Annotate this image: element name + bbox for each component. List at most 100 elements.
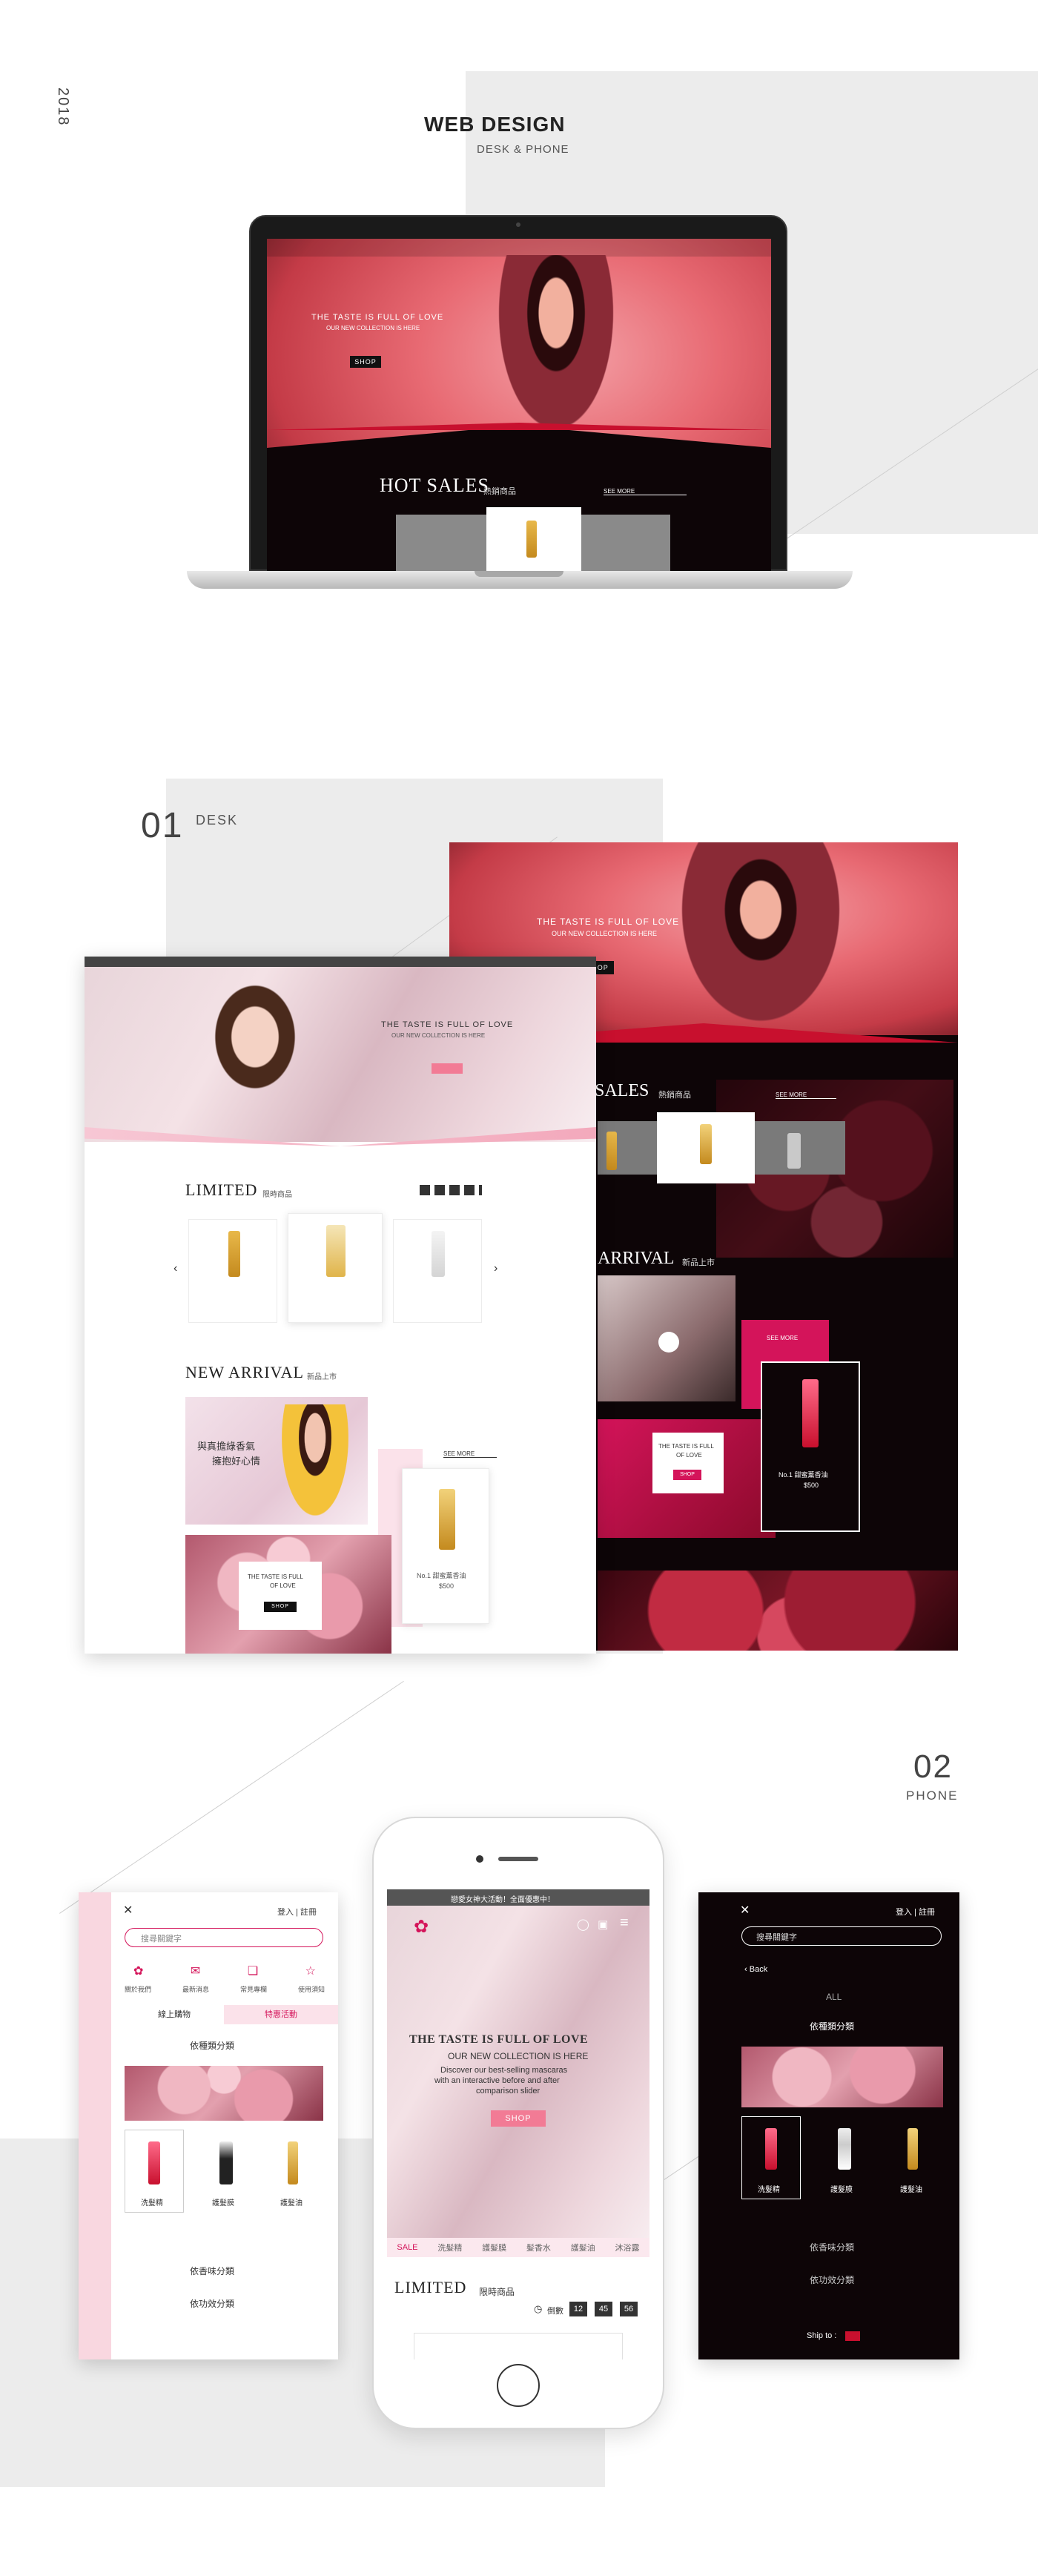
laptop-camera — [516, 222, 520, 227]
phone-left-tab-event[interactable]: 特惠活動 — [224, 2005, 338, 2024]
phone-center-shop-button[interactable]: SHOP — [491, 2110, 546, 2127]
light-taste-card — [239, 1562, 322, 1630]
phone-left-pink-side — [79, 1892, 111, 2359]
laptop-frame: THE TASTE IS FULL OF LOVE OUR NEW COLLEC… — [249, 215, 787, 572]
phone-left-tab-online[interactable]: 線上購物 — [125, 2005, 224, 2024]
phone-left-login[interactable]: 登入 | 註冊 — [277, 1906, 317, 1918]
phone-center-countdown-m: 45 — [595, 2302, 612, 2316]
nav-sale[interactable]: SALE — [397, 2243, 417, 2252]
dark-bottle-2 — [700, 1124, 712, 1164]
light-hero-shop[interactable] — [432, 1063, 463, 1074]
phone-center-hero-line2: OUR NEW COLLECTION IS HERE — [448, 2051, 589, 2061]
nav-hair-oil[interactable]: 護髮油 — [571, 2242, 595, 2253]
dark-card-shop[interactable]: SHOP — [673, 1470, 701, 1480]
phone-right-ship-to[interactable]: Ship to : — [807, 2331, 836, 2340]
dark-see-more[interactable]: SEE MORE — [776, 1092, 837, 1099]
phone-left-bottle-2 — [219, 2141, 233, 2184]
light-bottle-1 — [228, 1231, 240, 1277]
dark-hero-line2: OUR NEW COLLECTION IS HERE — [552, 930, 658, 937]
light-card-shop[interactable]: SHOP — [264, 1602, 297, 1612]
phone-right-all[interactable]: ALL — [826, 1992, 842, 2002]
light-carousel-next[interactable]: › — [494, 1262, 497, 1275]
about-icon[interactable]: ✿ — [133, 1964, 143, 1978]
nav-shampoo[interactable]: 洗髮精 — [437, 2242, 462, 2253]
dark-arrival-title: ARRIVAL — [598, 1249, 675, 1268]
laptop-see-more[interactable]: SEE MORE — [604, 488, 687, 495]
laptop-hero-line1: THE TASTE IS FULL OF LOVE — [311, 313, 444, 322]
phone-center-hero-line5: comparison slider — [476, 2087, 541, 2096]
light-bottle-feature — [439, 1489, 455, 1550]
page-subtitle: DESK & PHONE — [477, 143, 569, 156]
flag-icon[interactable] — [845, 2331, 860, 2341]
light-bottle-2 — [326, 1225, 346, 1277]
column-icon[interactable]: ❏ — [248, 1964, 258, 1978]
phone-right-bottle-1 — [765, 2128, 777, 2170]
icon-label-about: 關於我們 — [125, 1986, 152, 1993]
portfolio-page: 2018 WEB DESIGN DESK & PHONE THE TASTE I… — [0, 0, 1038, 2576]
phone-center-hero-line3: Discover our best-selling mascaras — [440, 2066, 568, 2075]
laptop-nav — [267, 239, 771, 257]
phone-right-category-type[interactable]: 依種類分類 — [810, 2020, 854, 2032]
phone-right-category-effect[interactable]: 依功效分類 — [810, 2273, 854, 2286]
dark-play-icon[interactable] — [658, 1332, 679, 1353]
light-carousel-prev[interactable]: ‹ — [173, 1262, 177, 1275]
desk-label: DESK — [196, 813, 239, 828]
phone-center-product-card[interactable] — [414, 2333, 623, 2359]
phone-left-search-input[interactable]: 搜尋關鍵字 — [141, 1932, 182, 1944]
light-new-arrival-cn: 新品上市 — [307, 1373, 337, 1381]
page-title: WEB DESIGN — [424, 113, 566, 136]
dark-card-line2: OF LOVE — [676, 1452, 702, 1459]
phone-number: 02 — [913, 1748, 953, 1785]
phone-right-back-label[interactable]: Back — [750, 1965, 767, 1974]
phone-left-category-type[interactable]: 依種類分類 — [190, 2039, 234, 2052]
light-see-more[interactable]: SEE MORE — [443, 1450, 497, 1458]
phone-left-category-scent[interactable]: 依香味分類 — [190, 2265, 234, 2277]
phone-right-back[interactable]: ‹ Back — [744, 1965, 767, 1974]
phone-right-search-input[interactable]: 搜尋關鍵字 — [756, 1931, 797, 1943]
nav-body-wash[interactable]: 沐浴露 — [615, 2242, 640, 2253]
laptop-hot-sales: HOT SALES — [380, 475, 489, 496]
phone-center-menu-icon[interactable]: ≡ — [620, 1915, 629, 1932]
desk-light-mockup: THE TASTE IS FULL OF LOVE OUR NEW COLLEC… — [85, 957, 596, 1654]
phone-center-user-icon[interactable]: ◯ — [577, 1918, 589, 1931]
light-topbar — [85, 957, 596, 967]
laptop-shop-button[interactable]: SHOP — [350, 356, 381, 368]
phone-center-home-button[interactable] — [497, 2364, 540, 2407]
news-icon[interactable]: ✉ — [191, 1964, 200, 1978]
phone-right-close-icon[interactable]: ✕ — [740, 1903, 750, 1918]
phone-center-countdown-label: 倒數 — [547, 2307, 563, 2316]
phone-right-screen: ✕ 登入 | 註冊 搜尋關鍵字 ‹ Back ALL 依種類分類 洗髮精 護髮膜… — [698, 1892, 959, 2359]
light-product-price: $500 — [439, 1582, 454, 1590]
phone-center-hero-line1: THE TASTE IS FULL OF LOVE — [409, 2033, 589, 2046]
phone-left-product-label-2: 護髮膜 — [212, 2199, 234, 2207]
light-promo-line1: 與真擔綠香氣 — [197, 1441, 256, 1452]
phone-right-product-label-2: 護髮膜 — [830, 2186, 853, 2194]
dark-product-price: $500 — [804, 1482, 819, 1489]
phone-left-product-label-3: 護髮油 — [280, 2199, 303, 2207]
light-promo-model — [282, 1404, 348, 1516]
phone-left-category-effect[interactable]: 依功效分類 — [190, 2297, 234, 2310]
light-card-line1: THE TASTE IS FULL — [248, 1573, 303, 1580]
laptop-screen: THE TASTE IS FULL OF LOVE OUR NEW COLLEC… — [267, 239, 771, 572]
guide-icon[interactable]: ☆ — [305, 1964, 316, 1978]
phone-right-product-label-3: 護髮油 — [900, 2186, 922, 2194]
dark-taste-card — [652, 1433, 724, 1493]
light-countdown — [420, 1185, 482, 1195]
nav-hair-mask[interactable]: 護髮膜 — [482, 2242, 506, 2253]
dark-footer-flower — [598, 1571, 958, 1651]
phone-center-logo-icon[interactable]: ✿ — [414, 1916, 429, 1938]
phone-center-bag-icon[interactable]: ▣ — [598, 1918, 608, 1931]
phone-center-top-banner[interactable]: 戀愛女神大活動！全面優惠中！ — [451, 1893, 555, 1904]
phone-right-bottle-3 — [908, 2128, 918, 2170]
laptop-bottle — [526, 521, 537, 558]
dark-see-more2[interactable]: SEE MORE — [767, 1335, 798, 1341]
nav-hair-perfume[interactable]: 髮香水 — [526, 2242, 551, 2253]
phone-left-close-icon[interactable]: ✕ — [123, 1903, 133, 1918]
phone-left-product-label-1: 洗髮精 — [141, 2199, 163, 2207]
phone-right-bottle-2 — [838, 2128, 851, 2170]
phone-right-login[interactable]: 登入 | 註冊 — [896, 1906, 935, 1918]
phone-left-screen: ✕ 登入 | 註冊 搜尋關鍵字 ✿ ✉ ❏ ☆ 關於我們 最新消息 常見專欄 使… — [79, 1892, 338, 2359]
phone-right-category-scent[interactable]: 依香味分類 — [810, 2241, 854, 2253]
phone-left-bottle-1 — [148, 2141, 160, 2184]
dark-bottle-1 — [606, 1132, 617, 1170]
